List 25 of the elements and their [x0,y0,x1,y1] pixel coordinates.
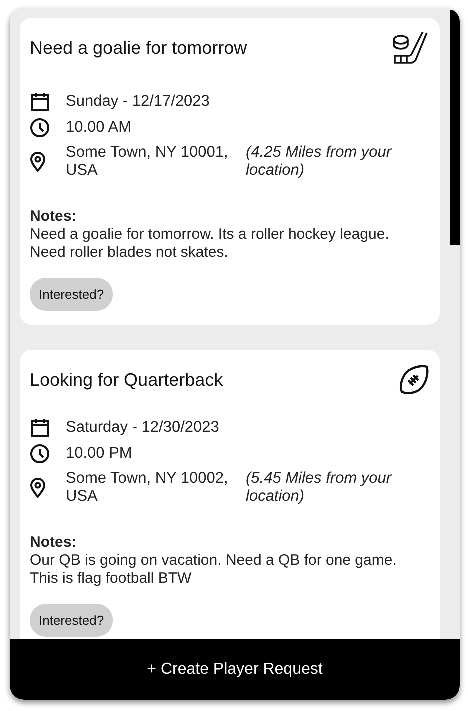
notes-label: Notes: [30,208,78,226]
football-icon [398,364,430,396]
event-time: 10.00 PM [66,445,134,463]
distance-text: (5.45 Miles from your location) [246,470,393,506]
card-title: Need a goalie for tomorrow [30,37,248,59]
event-date: Saturday - 12/30/2023 [66,419,220,437]
clock-icon [30,118,50,138]
event-address: Some Town, NY 10002, USA [66,470,230,506]
interested-button[interactable]: Interested? [30,604,114,637]
location-pin-icon [30,478,46,498]
event-date: Sunday - 12/17/2023 [66,93,211,111]
notes-text: Need a goalie for tomorrow. Its a roller hockey league. Need roller blades not skates. [30,226,390,262]
card-title: Looking for Quarterback [30,369,224,391]
event-address: Some Town, NY 10001, USA [66,144,230,180]
notes-label: Notes: [30,534,78,552]
scrollbar[interactable] [450,10,460,245]
event-time: 10.00 AM [66,119,132,137]
clock-icon [30,444,50,464]
interested-button[interactable]: Interested? [30,278,114,311]
distance-text: (4.25 Miles from your location) [246,144,393,180]
calendar-icon [30,92,50,112]
location-pin-icon [30,152,46,172]
create-player-request-button[interactable]: + Create Player Request [10,639,460,700]
notes-text: Our QB is going on vacation. Need a QB for one game. This is flag football BTW [30,552,398,588]
calendar-icon [30,418,50,438]
